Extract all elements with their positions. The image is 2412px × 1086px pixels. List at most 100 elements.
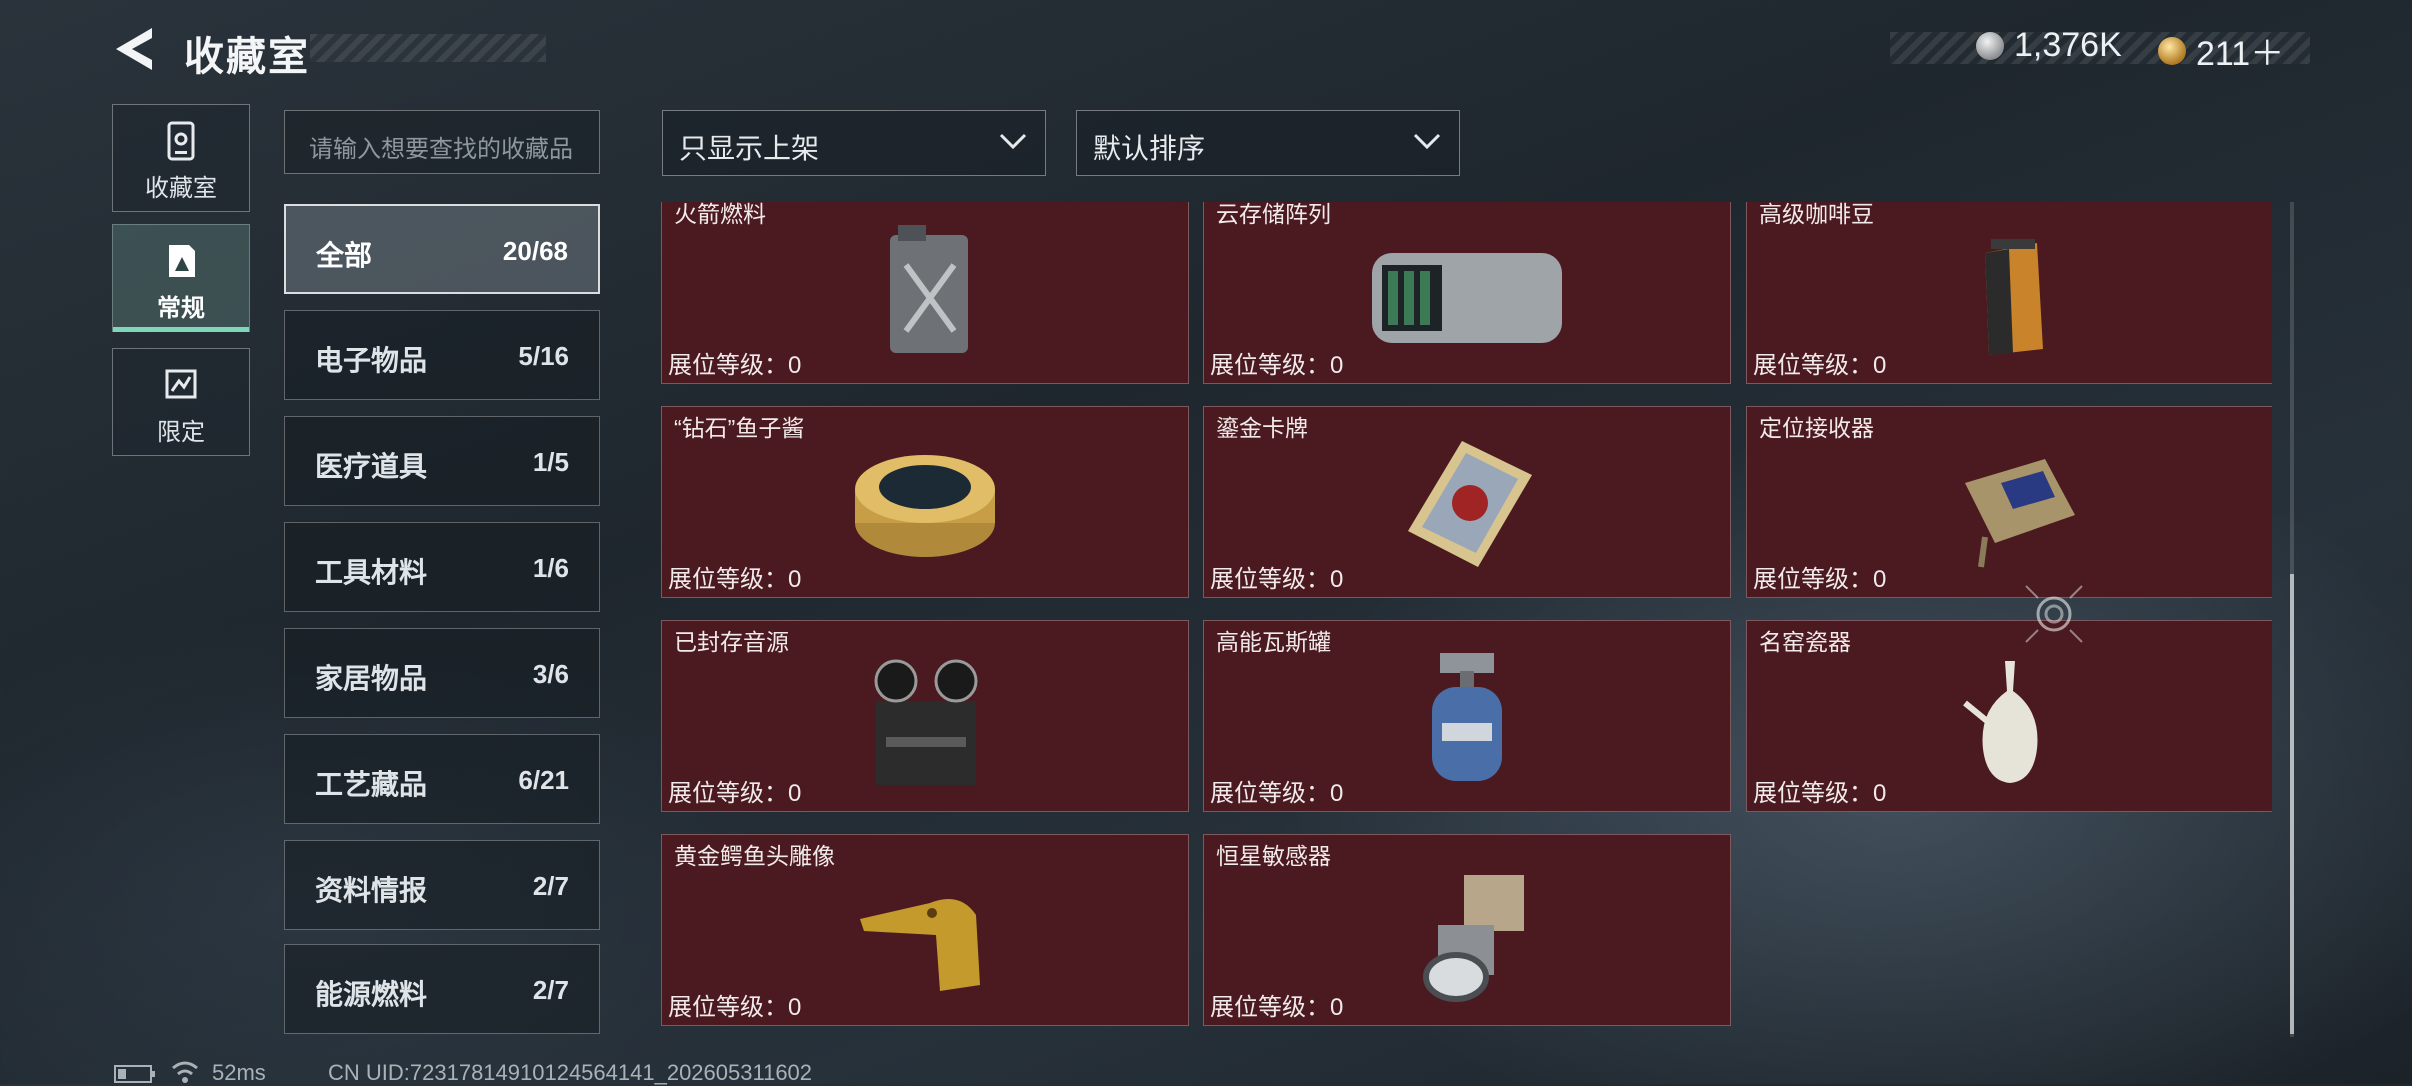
server-array-icon	[1372, 253, 1562, 343]
photo-frame-icon	[169, 245, 195, 277]
item-name: 云存储阵列	[1216, 202, 1331, 227]
item-name: 名窑瓷器	[1759, 629, 1851, 655]
item-name: 高能瓦斯罐	[1216, 629, 1331, 655]
currency-b-value: 211＋	[2196, 35, 2285, 73]
item-name: 高级咖啡豆	[1759, 202, 1874, 227]
category-count: 1/6	[532, 553, 569, 583]
gold-crocodile-icon	[860, 899, 980, 991]
silver-coin-icon	[1976, 31, 2004, 60]
category-all[interactable]: 全部 20/68	[284, 204, 600, 294]
fuel-can-icon	[890, 225, 968, 353]
category-tools[interactable]: 工具材料 1/6	[284, 522, 600, 612]
crosshair-icon	[2025, 585, 2083, 643]
item-name: 鎏金卡牌	[1216, 415, 1308, 441]
item-name: 恒星敏感器	[1216, 843, 1331, 869]
scrollbar[interactable]	[2290, 202, 2294, 1037]
item-level: 展位等级：0	[668, 994, 802, 1021]
sort-dropdown[interactable]: 默认排序	[1076, 110, 1460, 176]
star-sensor-icon	[1423, 875, 1524, 1002]
item-card[interactable]: 云存储阵列 展位等级：0	[1203, 202, 1731, 384]
gas-tank-icon	[1432, 653, 1502, 781]
item-name: 黄金鳄鱼头雕像	[674, 843, 835, 869]
item-level: 展位等级：0	[668, 566, 802, 593]
rail-tab-regular[interactable]: 常规	[112, 224, 250, 332]
category-count: 1/5	[532, 447, 569, 477]
category-count: 3/6	[532, 659, 569, 689]
category-name: 能源燃料	[315, 979, 428, 1010]
category-name: 工艺藏品	[315, 769, 428, 800]
limited-badge-icon	[165, 369, 197, 399]
item-name: 定位接收器	[1759, 415, 1874, 441]
receiver-icon	[1965, 459, 2075, 568]
rail-label: 常规	[157, 295, 205, 322]
currency-b[interactable]: 211＋	[2158, 26, 2284, 75]
chevron-down-icon	[999, 133, 1027, 150]
category-intel[interactable]: 资料情报 2/7	[284, 840, 600, 930]
item-level: 展位等级：0	[1753, 780, 1887, 807]
scrollbar-thumb[interactable]	[2290, 574, 2294, 1034]
back-arrow-icon[interactable]	[112, 26, 158, 72]
rail-label: 收藏室	[145, 175, 217, 202]
rail-label: 限定	[157, 419, 205, 446]
item-card[interactable]: 恒星敏感器 展位等级：0	[1203, 834, 1731, 1026]
item-card[interactable]: 定位接收器 展位等级：0	[1746, 406, 2272, 598]
item-level: 展位等级：0	[1210, 994, 1344, 1021]
battery-icon	[114, 1065, 155, 1083]
uid-readout: CN UID:723178149101245641​41_20260531160…	[328, 1060, 813, 1085]
category-count: 2/7	[532, 871, 569, 901]
gold-coin-icon	[2158, 36, 2186, 65]
item-level: 展位等级：0	[1210, 566, 1344, 593]
category-crafts[interactable]: 工艺藏品 6/21	[284, 734, 600, 824]
item-level: 展位等级：0	[668, 352, 802, 379]
item-card[interactable]: 鎏金卡牌 展位等级：0	[1203, 406, 1731, 598]
item-name: 火箭燃料	[674, 202, 766, 227]
category-name: 全部	[316, 240, 373, 271]
category-medical[interactable]: 医疗道具 1/5	[284, 416, 600, 506]
item-card[interactable]: 高能瓦斯罐 展位等级：0	[1203, 620, 1731, 812]
category-name: 电子物品	[315, 345, 428, 376]
category-count: 5/16	[518, 341, 569, 371]
currency-a-value: 1,376K	[2014, 26, 2122, 64]
title-decoration	[310, 34, 546, 62]
item-card[interactable]: “钻石”鱼子酱 展位等级：0	[661, 406, 1189, 598]
category-name: 工具材料	[315, 557, 428, 588]
item-card[interactable]: 已封存音源 展位等级：0	[661, 620, 1189, 812]
chevron-down-icon	[1413, 133, 1441, 150]
rail-tab-collection[interactable]: 收藏室	[112, 104, 250, 212]
item-card[interactable]: 黄金鳄鱼头雕像 展位等级：0	[661, 834, 1189, 1026]
item-level: 展位等级：0	[668, 780, 802, 807]
item-card[interactable]: 火箭燃料 展位等级：0	[661, 202, 1189, 384]
item-card[interactable]: 名窑瓷器 展位等级：0	[1746, 620, 2272, 812]
item-name: 已封存音源	[674, 629, 789, 655]
category-electronics[interactable]: 电子物品 5/16	[284, 310, 600, 400]
item-level: 展位等级：0	[1753, 352, 1887, 379]
ping-readout: 52ms	[212, 1060, 266, 1085]
category-name: 资料情报	[315, 875, 428, 906]
sort-value: 默认排序	[1093, 133, 1206, 164]
search-input[interactable]: 请输入想要查找的收藏品	[284, 110, 600, 174]
porcelain-ewer-icon	[1963, 661, 2038, 783]
tape-recorder-icon	[874, 659, 978, 785]
category-count: 2/7	[532, 975, 569, 1005]
coffee-bag-icon	[1985, 239, 2043, 355]
caviar-tin-icon	[855, 455, 995, 557]
item-card[interactable]: 高级咖啡豆 展位等级：0	[1746, 202, 2272, 384]
category-count: 6/21	[518, 765, 569, 795]
item-level: 展位等级：0	[1210, 352, 1344, 379]
wifi-icon	[172, 1061, 198, 1083]
category-household[interactable]: 家居物品 3/6	[284, 628, 600, 718]
display-filter-value: 只显示上架	[679, 133, 820, 164]
rail-tab-limited[interactable]: 限定	[112, 348, 250, 456]
display-filter-dropdown[interactable]: 只显示上架	[662, 110, 1046, 176]
page-title: 收藏室	[184, 35, 310, 79]
currency-a: 1,376K	[1976, 26, 2122, 65]
cabinet-icon	[167, 121, 195, 161]
gilded-card-icon	[1408, 441, 1532, 567]
category-count: 20/68	[502, 236, 568, 266]
category-name: 家居物品	[315, 663, 428, 694]
category-energy[interactable]: 能源燃料 2/7	[284, 944, 600, 1034]
item-level: 展位等级：0	[1210, 780, 1344, 807]
item-level: 展位等级：0	[1753, 566, 1887, 593]
category-name: 医疗道具	[315, 451, 428, 482]
item-name: “钻石”鱼子酱	[674, 415, 805, 441]
